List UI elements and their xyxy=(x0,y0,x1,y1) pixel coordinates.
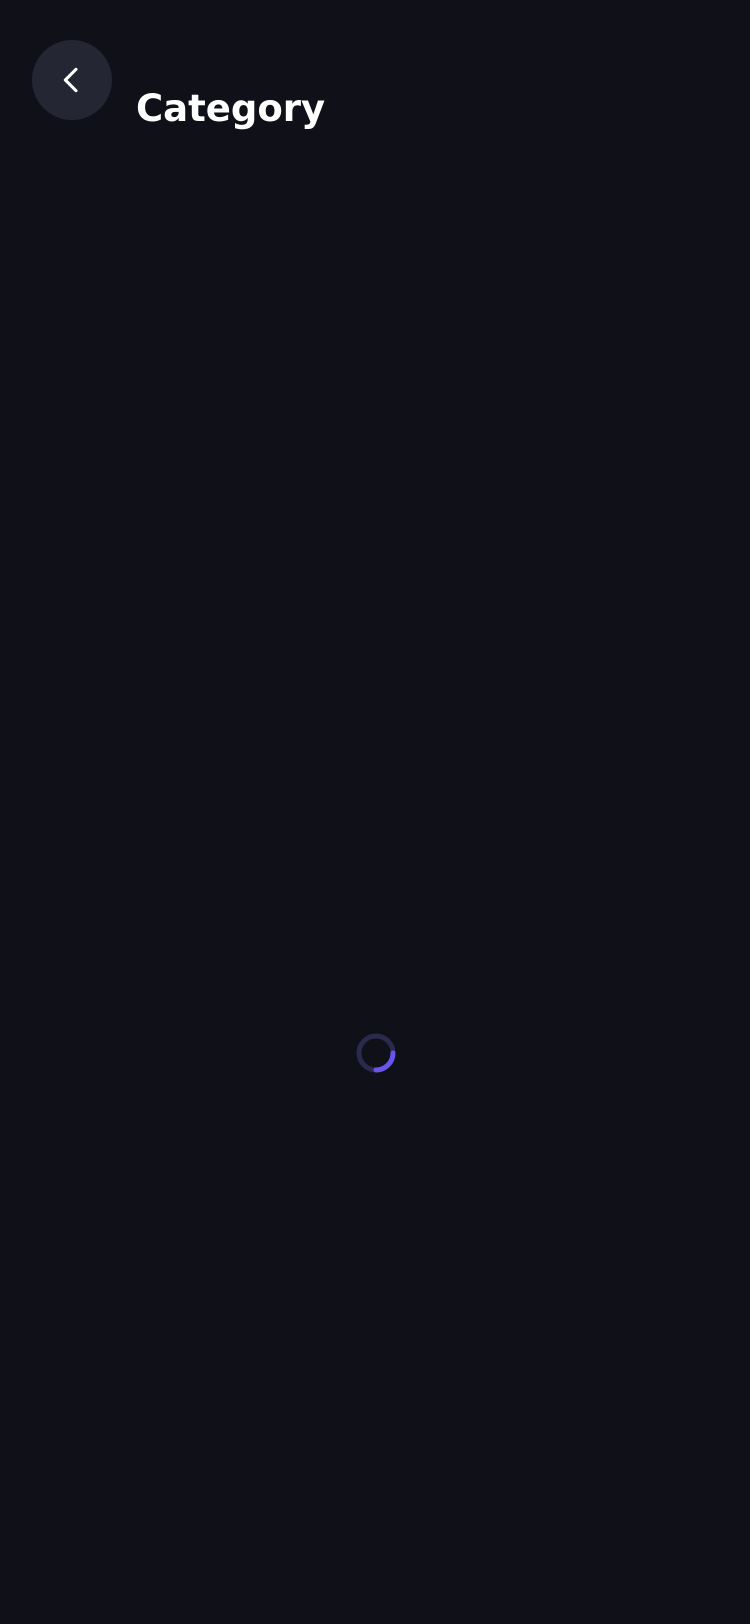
chevron-left-icon xyxy=(56,64,88,96)
loading-spinner-icon xyxy=(354,1031,398,1075)
content-area xyxy=(0,160,750,1624)
page-title: Category xyxy=(136,87,326,130)
category-screen: Category xyxy=(0,0,750,1624)
back-button[interactable] xyxy=(32,40,112,120)
